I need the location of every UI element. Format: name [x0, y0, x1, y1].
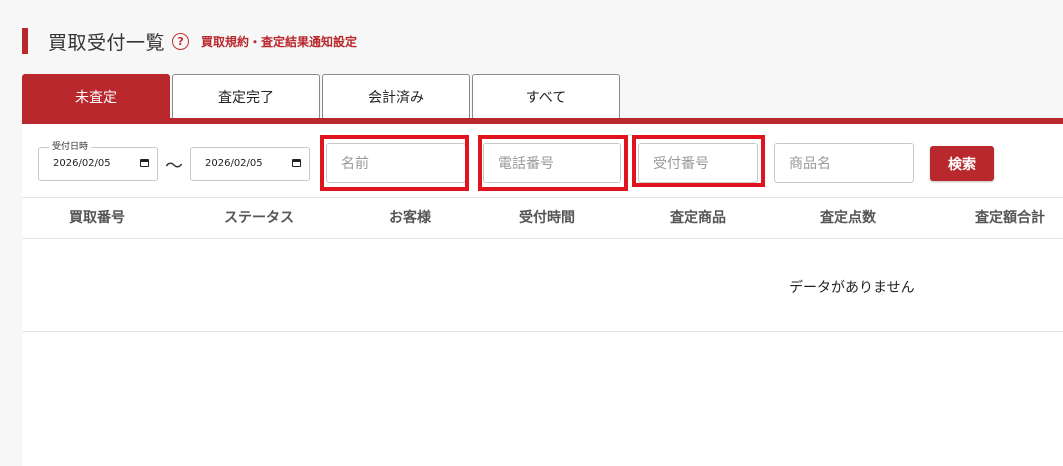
column-header[interactable]: 査定商品	[670, 198, 726, 238]
main-panel: 受付日時 2026/02/05 〜 2026/02/05 名前 電話番号 受付番…	[22, 124, 1063, 466]
page-title: 買取受付一覧	[48, 31, 166, 54]
purchase-terms-settings-link[interactable]: 買取規約・査定結果通知設定	[201, 33, 357, 50]
column-header[interactable]: 買取番号	[69, 198, 125, 238]
question-circle-icon[interactable]: ?	[172, 32, 190, 50]
page-header: 買取受付一覧 ? 買取規約・査定結果通知設定	[22, 28, 357, 54]
status-tabs: 未査定 査定完了 会計済み すべて	[22, 74, 622, 118]
search-button[interactable]: 検索	[930, 146, 994, 181]
empty-message: データがありません	[789, 280, 915, 296]
date-from-value: 2026/02/05	[53, 158, 111, 169]
column-header[interactable]: 査定額合計	[975, 198, 1045, 238]
date-to-value: 2026/02/05	[205, 158, 263, 169]
date-range-separator: 〜	[165, 156, 183, 177]
tab-checked-out[interactable]: 会計済み	[322, 74, 470, 118]
column-header[interactable]: 受付時間	[519, 198, 575, 238]
table-header: 買取番号 ステータス お客様 受付時間 査定商品 査定点数 査定額合計	[22, 197, 1063, 239]
tab-unassessed[interactable]: 未査定	[22, 74, 170, 118]
column-header[interactable]: ステータス	[224, 198, 294, 238]
tab-assessment-complete[interactable]: 査定完了	[172, 74, 320, 118]
phone-input[interactable]: 電話番号	[483, 143, 621, 183]
date-to-field[interactable]: 2026/02/05	[190, 147, 310, 181]
date-field-label: 受付日時	[49, 141, 92, 153]
calendar-icon[interactable]	[292, 159, 301, 167]
tab-all[interactable]: すべて	[472, 74, 620, 118]
table-empty-row: データがありません	[22, 239, 1063, 332]
name-input[interactable]: 名前	[326, 143, 466, 183]
date-from-field[interactable]: 受付日時 2026/02/05	[38, 141, 158, 181]
receipt-number-input[interactable]: 受付番号	[638, 143, 758, 183]
column-header[interactable]: お客様	[389, 198, 431, 238]
filter-bar: 受付日時 2026/02/05 〜 2026/02/05 名前 電話番号 受付番…	[22, 124, 1063, 197]
product-name-input[interactable]: 商品名	[774, 143, 914, 183]
title-accent-bar	[22, 28, 28, 54]
calendar-icon[interactable]	[140, 159, 149, 167]
column-header[interactable]: 査定点数	[820, 198, 876, 238]
